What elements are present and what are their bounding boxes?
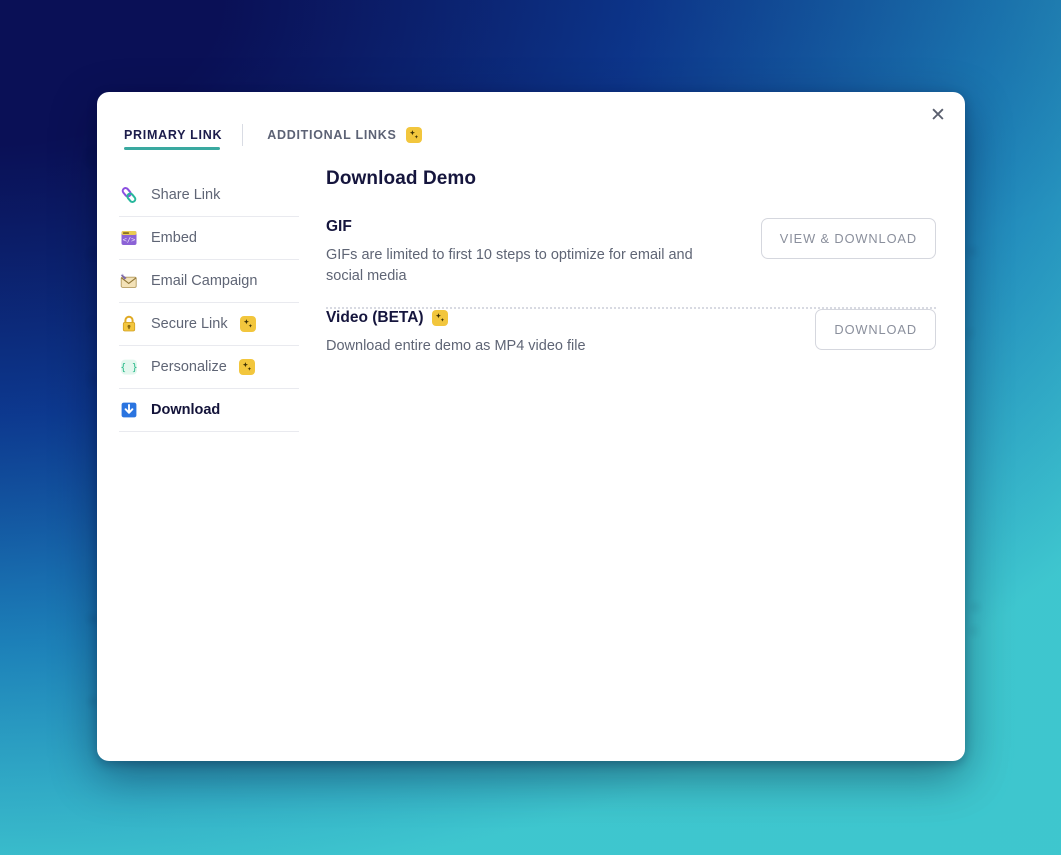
sidebar-item-label: Email Campaign	[151, 273, 258, 289]
background-glyph: o	[971, 598, 980, 615]
sidebar-item-download[interactable]: Download	[119, 389, 299, 432]
lock-icon	[119, 314, 139, 334]
download-option-gif: GIF GIFs are limited to first 10 steps t…	[326, 218, 936, 307]
dialog-body: Share Link </> Embed Email Campaign Secu…	[97, 156, 965, 761]
background-glyph: r	[968, 325, 973, 342]
link-chain-icon	[119, 185, 139, 205]
option-text-block: GIF GIFs are limited to first 10 steps t…	[326, 218, 726, 287]
background-glyph: a	[88, 245, 97, 262]
sidebar-item-label: Share Link	[151, 187, 221, 203]
share-dialog: ✕ PRIMARY LINK ADDITIONAL LINKS Share Li…	[97, 92, 965, 761]
sidebar-item-label: Personalize	[151, 359, 227, 375]
option-heading-label: GIF	[326, 218, 352, 235]
dialog-main-panel: Download Demo GIF GIFs are limited to fi…	[299, 156, 965, 761]
sidebar-item-personalize[interactable]: { } Personalize	[119, 346, 299, 389]
background-glyph: c	[971, 622, 979, 639]
option-heading: GIF	[326, 218, 726, 236]
sidebar-item-label: Secure Link	[151, 316, 228, 332]
sidebar-item-embed[interactable]: </> Embed	[119, 217, 299, 260]
download-button[interactable]: DOWNLOAD	[815, 309, 936, 351]
background-glyph: n	[968, 243, 977, 260]
option-heading: Video (BETA)	[326, 309, 586, 327]
ai-sparkle-icon	[238, 359, 255, 375]
dialog-sidebar: Share Link </> Embed Email Campaign Secu…	[97, 156, 299, 761]
background-glyph: (	[89, 315, 94, 331]
envelope-icon	[119, 271, 139, 291]
ai-sparkle-icon	[239, 316, 256, 332]
sidebar-item-email-campaign[interactable]: Email Campaign	[119, 260, 299, 303]
view-and-download-button[interactable]: VIEW & DOWNLOAD	[760, 218, 936, 259]
close-icon[interactable]: ✕	[921, 98, 955, 132]
tab-primary-link[interactable]: PRIMARY LINK	[124, 128, 242, 150]
dialog-tabbar: PRIMARY LINK ADDITIONAL LINKS	[97, 92, 965, 156]
tab-additional-links-label: ADDITIONAL LINKS	[267, 128, 397, 142]
tab-primary-link-label: PRIMARY LINK	[124, 128, 223, 142]
option-description: Download entire demo as MP4 video file	[326, 338, 586, 355]
option-text-block: Video (BETA) Download entire demo as MP4…	[326, 309, 586, 357]
embed-code-window-icon: </>	[119, 228, 139, 248]
sidebar-item-label: Embed	[151, 230, 197, 246]
download-option-video: Video (BETA) Download entire demo as MP4…	[326, 309, 936, 377]
ai-sparkle-icon	[405, 127, 422, 143]
sidebar-item-secure-link[interactable]: Secure Link	[119, 303, 299, 346]
option-heading-label: Video (BETA)	[326, 309, 424, 327]
curly-braces-icon: { }	[119, 357, 139, 377]
ai-sparkle-icon	[431, 310, 448, 327]
download-arrow-icon	[119, 400, 139, 420]
svg-text:</>: </>	[123, 236, 136, 244]
sidebar-item-label: Download	[151, 402, 221, 418]
svg-text:{ }: { }	[120, 363, 137, 374]
sidebar-item-share-link[interactable]: Share Link	[119, 174, 299, 217]
option-description: GIFs are limited to first 10 steps to op…	[326, 247, 693, 285]
tab-additional-links[interactable]: ADDITIONAL LINKS	[243, 127, 422, 151]
page-title: Download Demo	[326, 168, 477, 189]
